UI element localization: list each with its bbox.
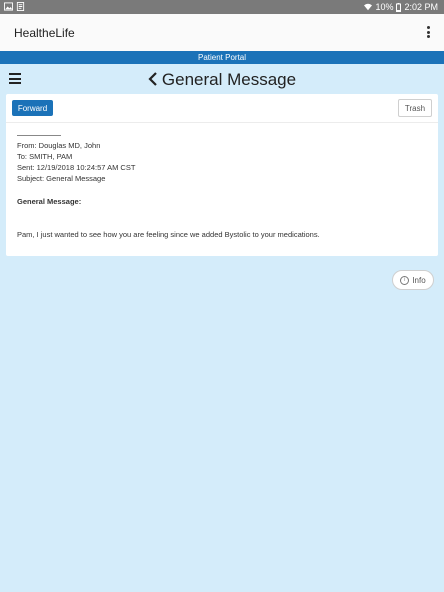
app-title: HealtheLife xyxy=(14,26,75,40)
battery-level: 10% xyxy=(375,2,394,12)
trash-button[interactable]: Trash xyxy=(398,99,432,117)
message-sent: Sent: 12/19/2018 10:24:57 AM CST xyxy=(17,163,136,172)
page-title-text: General Message xyxy=(161,70,297,89)
battery-icon xyxy=(396,2,402,12)
info-icon: i xyxy=(400,275,410,285)
info-label: Info xyxy=(412,275,426,285)
message-card: Forward Trash From: Douglas MD, John To:… xyxy=(6,94,438,256)
message-label: General Message: xyxy=(17,197,82,206)
overflow-menu-icon[interactable] xyxy=(424,24,432,40)
message-from: From: Douglas MD, John xyxy=(17,141,101,150)
message-to: To: SMITH, PAM xyxy=(17,152,73,161)
divider xyxy=(17,135,61,136)
notification-icons xyxy=(4,2,25,11)
page-title: General Message xyxy=(0,70,444,90)
gallery-icon xyxy=(4,2,13,11)
app-bar: HealtheLife xyxy=(0,14,444,52)
message-toolbar: Forward Trash xyxy=(6,94,438,123)
info-button[interactable]: i Info xyxy=(392,270,434,290)
clock: 2:02 PM xyxy=(404,2,438,12)
back-chevron-icon[interactable] xyxy=(148,72,158,86)
document-icon xyxy=(16,2,25,11)
status-bar: 10% 2:02 PM xyxy=(0,0,444,14)
status-right: 10% 2:02 PM xyxy=(364,2,438,12)
message-content: From: Douglas MD, John To: SMITH, PAM Se… xyxy=(17,135,320,239)
message-body: Pam, I just wanted to see how you are fe… xyxy=(17,230,320,239)
forward-button[interactable]: Forward xyxy=(12,100,53,116)
portal-bar: Patient Portal xyxy=(0,51,444,64)
page-nav: General Message xyxy=(0,64,444,94)
message-subject: Subject: General Message xyxy=(17,174,106,183)
wifi-icon xyxy=(364,3,373,11)
